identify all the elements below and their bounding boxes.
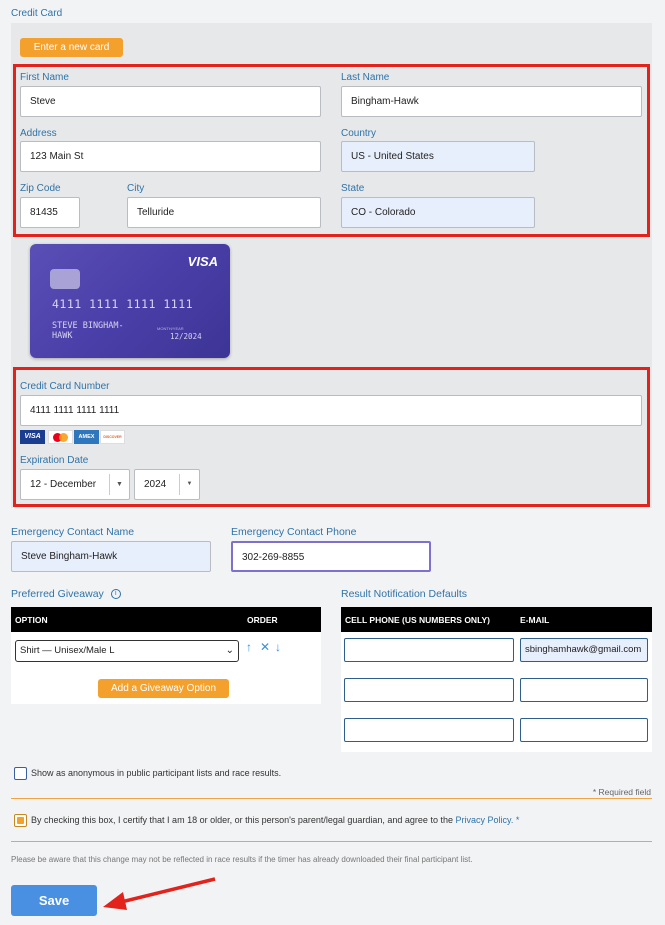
privacy-policy-link[interactable]: Privacy Policy.: [455, 815, 513, 825]
card-chip-icon: [50, 269, 80, 289]
certify-checkbox[interactable]: [14, 814, 27, 827]
state-select[interactable]: CO - Colorado: [341, 197, 535, 228]
first-name-input[interactable]: Steve: [20, 86, 321, 117]
certify-text: By checking this box, I certify that I a…: [31, 815, 519, 825]
state-label: State: [341, 183, 365, 194]
chevron-down-icon: ▼: [179, 474, 199, 495]
last-name-label: Last Name: [341, 72, 390, 83]
expiration-month-value: 12 - December: [30, 479, 97, 490]
card-brand-label: VISA: [187, 254, 218, 269]
certify-check-fill: [17, 817, 24, 824]
emergency-phone-input[interactable]: 302-269-8855: [231, 541, 431, 572]
expiration-year-select[interactable]: 2024 ▼: [134, 469, 200, 500]
certify-statement: By checking this box, I certify that I a…: [31, 815, 453, 825]
card-expiry-display: 12/2024: [170, 332, 202, 341]
giveaway-table-header: OPTION ORDER: [11, 607, 321, 632]
section-title: Credit Card: [11, 8, 63, 19]
emergency-name-label: Emergency Contact Name: [11, 526, 135, 538]
remove-icon[interactable]: ✕: [260, 640, 270, 654]
arrow-annotation-icon: [103, 877, 216, 910]
expiration-month-select[interactable]: 12 - December ▼: [20, 469, 130, 500]
notification-table-header: CELL PHONE (US NUMBERS ONLY) E-MAIL: [341, 607, 652, 632]
zip-input[interactable]: 81435: [20, 197, 80, 228]
address-label: Address: [20, 128, 57, 139]
chevron-down-icon: ⌄: [225, 645, 234, 656]
anonymous-checkbox[interactable]: [14, 767, 27, 780]
notification-col-phone: CELL PHONE (US NUMBERS ONLY): [345, 615, 490, 625]
notification-phone-input-1[interactable]: [344, 638, 514, 662]
notification-email-input-2[interactable]: [520, 678, 648, 702]
card-holder-line1: STEVE BINGHAM-: [52, 321, 124, 331]
card-valid-text: MONTH/YEAR: [157, 326, 184, 331]
enter-new-card-button[interactable]: Enter a new card: [20, 38, 123, 57]
notification-col-email: E-MAIL: [520, 615, 550, 625]
disclaimer-text: Please be aware that this change may not…: [11, 855, 473, 864]
divider-bottom: [11, 841, 652, 842]
country-select[interactable]: US - United States: [341, 141, 535, 172]
address-input[interactable]: 123 Main St: [20, 141, 321, 172]
notification-label: Result Notification Defaults: [341, 588, 468, 600]
giveaway-option-select[interactable]: Shirt — Unisex/Male L ⌄: [15, 640, 239, 662]
city-label: City: [127, 183, 145, 194]
visa-logo-icon: VISA: [20, 430, 45, 444]
notification-phone-input-2[interactable]: [344, 678, 514, 702]
save-button[interactable]: Save: [11, 885, 97, 916]
divider-top: [11, 798, 652, 799]
card-number-input[interactable]: 4111 1111 1111 1111: [20, 395, 642, 426]
card-number-label: Credit Card Number: [20, 381, 110, 392]
chevron-down-icon: ▼: [109, 474, 129, 495]
card-preview: VISA 4111 1111 1111 1111 STEVE BINGHAM- …: [30, 244, 230, 358]
expiration-label: Expiration Date: [20, 455, 89, 466]
giveaway-option-value: Shirt — Unisex/Male L: [20, 645, 115, 656]
emergency-name-input[interactable]: Steve Bingham-Hawk: [11, 541, 211, 572]
city-input[interactable]: Telluride: [127, 197, 321, 228]
discover-logo-icon: DISCOVER: [100, 430, 125, 444]
first-name-label: First Name: [20, 72, 69, 83]
card-number-display: 4111 1111 1111 1111: [52, 297, 194, 311]
zip-label: Zip Code: [20, 183, 61, 194]
mastercard-logo-icon: [48, 430, 73, 444]
anonymous-label: Show as anonymous in public participant …: [31, 768, 282, 778]
notification-phone-input-3[interactable]: [344, 718, 514, 742]
notification-email-input-3[interactable]: [520, 718, 648, 742]
last-name-input[interactable]: Bingham-Hawk: [341, 86, 642, 117]
move-down-icon[interactable]: ↓: [275, 640, 281, 654]
expiration-year-value: 2024: [144, 479, 167, 490]
card-holder-line2: HAWK: [52, 331, 73, 341]
move-up-icon[interactable]: ↑: [246, 640, 252, 654]
giveaway-label: Preferred Giveaway i: [11, 588, 121, 600]
giveaway-label-text: Preferred Giveaway: [11, 588, 104, 600]
giveaway-col-order: ORDER: [247, 615, 278, 625]
info-icon[interactable]: i: [110, 589, 121, 600]
required-note: * Required field: [592, 787, 651, 797]
required-asterisk: *: [515, 815, 520, 825]
country-label: Country: [341, 128, 377, 139]
giveaway-col-option: OPTION: [15, 615, 48, 625]
emergency-phone-label: Emergency Contact Phone: [231, 526, 357, 538]
add-giveaway-button[interactable]: Add a Giveaway Option: [98, 679, 229, 698]
amex-logo-icon: AMEX: [74, 430, 99, 444]
notification-email-input-1[interactable]: sbinghamhawk@gmail.com: [520, 638, 648, 662]
